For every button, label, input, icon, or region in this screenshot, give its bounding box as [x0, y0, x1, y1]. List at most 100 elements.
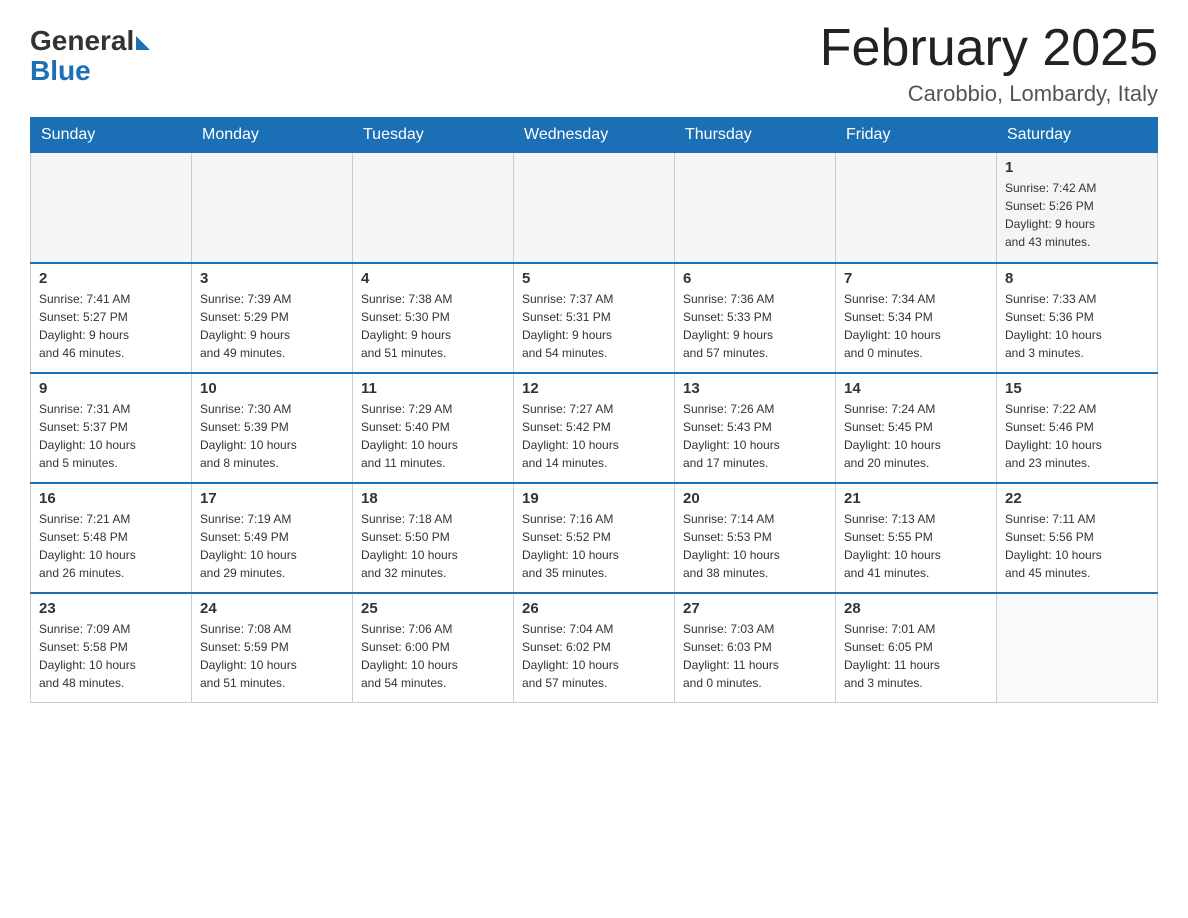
month-title: February 2025	[820, 20, 1158, 77]
day-info: Sunrise: 7:06 AM Sunset: 6:00 PM Dayligh…	[361, 620, 505, 692]
day-info: Sunrise: 7:38 AM Sunset: 5:30 PM Dayligh…	[361, 290, 505, 362]
table-row: 25 Sunrise: 7:06 AM Sunset: 6:00 PM Dayli…	[353, 593, 514, 703]
day-number: 13	[683, 380, 827, 397]
day-info: Sunrise: 7:42 AM Sunset: 5:26 PM Dayligh…	[1005, 179, 1149, 251]
day-number: 24	[200, 600, 344, 617]
day-number: 16	[39, 490, 183, 507]
day-number: 22	[1005, 490, 1149, 507]
day-info: Sunrise: 7:41 AM Sunset: 5:27 PM Dayligh…	[39, 290, 183, 362]
day-number: 28	[844, 600, 988, 617]
calendar-header-row: Sunday Monday Tuesday Wednesday Thursday…	[31, 118, 1158, 153]
table-row: 14 Sunrise: 7:24 AM Sunset: 5:45 PM Dayli…	[836, 373, 997, 483]
day-number: 25	[361, 600, 505, 617]
table-row	[997, 593, 1158, 703]
day-info: Sunrise: 7:24 AM Sunset: 5:45 PM Dayligh…	[844, 400, 988, 472]
day-number: 27	[683, 600, 827, 617]
table-row	[192, 153, 353, 263]
table-row: 2 Sunrise: 7:41 AM Sunset: 5:27 PM Daylig…	[31, 263, 192, 373]
day-info: Sunrise: 7:29 AM Sunset: 5:40 PM Dayligh…	[361, 400, 505, 472]
header-saturday: Saturday	[997, 118, 1158, 153]
day-number: 5	[522, 270, 666, 287]
day-info: Sunrise: 7:14 AM Sunset: 5:53 PM Dayligh…	[683, 510, 827, 582]
table-row	[675, 153, 836, 263]
header-monday: Monday	[192, 118, 353, 153]
day-number: 21	[844, 490, 988, 507]
day-info: Sunrise: 7:16 AM Sunset: 5:52 PM Dayligh…	[522, 510, 666, 582]
table-row: 16 Sunrise: 7:21 AM Sunset: 5:48 PM Dayli…	[31, 483, 192, 593]
table-row: 13 Sunrise: 7:26 AM Sunset: 5:43 PM Dayli…	[675, 373, 836, 483]
day-number: 2	[39, 270, 183, 287]
calendar-week-row: 9 Sunrise: 7:31 AM Sunset: 5:37 PM Daylig…	[31, 373, 1158, 483]
header-friday: Friday	[836, 118, 997, 153]
day-number: 12	[522, 380, 666, 397]
header-sunday: Sunday	[31, 118, 192, 153]
day-number: 20	[683, 490, 827, 507]
table-row	[31, 153, 192, 263]
day-info: Sunrise: 7:27 AM Sunset: 5:42 PM Dayligh…	[522, 400, 666, 472]
table-row: 5 Sunrise: 7:37 AM Sunset: 5:31 PM Daylig…	[514, 263, 675, 373]
day-info: Sunrise: 7:13 AM Sunset: 5:55 PM Dayligh…	[844, 510, 988, 582]
day-number: 9	[39, 380, 183, 397]
table-row: 27 Sunrise: 7:03 AM Sunset: 6:03 PM Dayli…	[675, 593, 836, 703]
table-row: 10 Sunrise: 7:30 AM Sunset: 5:39 PM Dayli…	[192, 373, 353, 483]
header-thursday: Thursday	[675, 118, 836, 153]
day-number: 15	[1005, 380, 1149, 397]
day-info: Sunrise: 7:21 AM Sunset: 5:48 PM Dayligh…	[39, 510, 183, 582]
day-info: Sunrise: 7:33 AM Sunset: 5:36 PM Dayligh…	[1005, 290, 1149, 362]
day-info: Sunrise: 7:31 AM Sunset: 5:37 PM Dayligh…	[39, 400, 183, 472]
day-number: 8	[1005, 270, 1149, 287]
day-number: 14	[844, 380, 988, 397]
header-tuesday: Tuesday	[353, 118, 514, 153]
day-number: 6	[683, 270, 827, 287]
page-header: General Blue February 2025 Carobbio, Lom…	[30, 20, 1158, 107]
calendar-week-row: 23 Sunrise: 7:09 AM Sunset: 5:58 PM Dayli…	[31, 593, 1158, 703]
logo-blue-text: Blue	[30, 55, 150, 87]
day-number: 26	[522, 600, 666, 617]
logo-general-text: General	[30, 25, 134, 57]
day-info: Sunrise: 7:01 AM Sunset: 6:05 PM Dayligh…	[844, 620, 988, 692]
table-row: 9 Sunrise: 7:31 AM Sunset: 5:37 PM Daylig…	[31, 373, 192, 483]
table-row: 21 Sunrise: 7:13 AM Sunset: 5:55 PM Dayli…	[836, 483, 997, 593]
calendar-week-row: 1 Sunrise: 7:42 AM Sunset: 5:26 PM Daylig…	[31, 153, 1158, 263]
table-row: 28 Sunrise: 7:01 AM Sunset: 6:05 PM Dayli…	[836, 593, 997, 703]
day-info: Sunrise: 7:36 AM Sunset: 5:33 PM Dayligh…	[683, 290, 827, 362]
table-row: 12 Sunrise: 7:27 AM Sunset: 5:42 PM Dayli…	[514, 373, 675, 483]
day-number: 23	[39, 600, 183, 617]
day-info: Sunrise: 7:37 AM Sunset: 5:31 PM Dayligh…	[522, 290, 666, 362]
day-number: 4	[361, 270, 505, 287]
table-row	[836, 153, 997, 263]
day-info: Sunrise: 7:11 AM Sunset: 5:56 PM Dayligh…	[1005, 510, 1149, 582]
day-number: 19	[522, 490, 666, 507]
day-number: 1	[1005, 159, 1149, 176]
table-row: 19 Sunrise: 7:16 AM Sunset: 5:52 PM Dayli…	[514, 483, 675, 593]
day-info: Sunrise: 7:26 AM Sunset: 5:43 PM Dayligh…	[683, 400, 827, 472]
table-row: 3Sunrise: 7:39 AM Sunset: 5:29 PM Daylig…	[192, 263, 353, 373]
table-row: 15Sunrise: 7:22 AM Sunset: 5:46 PM Dayli…	[997, 373, 1158, 483]
day-info: Sunrise: 7:09 AM Sunset: 5:58 PM Dayligh…	[39, 620, 183, 692]
day-info: Sunrise: 7:03 AM Sunset: 6:03 PM Dayligh…	[683, 620, 827, 692]
day-info: Sunrise: 7:18 AM Sunset: 5:50 PM Dayligh…	[361, 510, 505, 582]
table-row: 18 Sunrise: 7:18 AM Sunset: 5:50 PM Dayli…	[353, 483, 514, 593]
table-row: 20 Sunrise: 7:14 AM Sunset: 5:53 PM Dayli…	[675, 483, 836, 593]
day-number: 18	[361, 490, 505, 507]
day-info: Sunrise: 7:30 AM Sunset: 5:39 PM Dayligh…	[200, 400, 344, 472]
day-number: 10	[200, 380, 344, 397]
table-row: 1 Sunrise: 7:42 AM Sunset: 5:26 PM Daylig…	[997, 153, 1158, 263]
day-info: Sunrise: 7:04 AM Sunset: 6:02 PM Dayligh…	[522, 620, 666, 692]
title-block: February 2025 Carobbio, Lombardy, Italy	[820, 20, 1158, 107]
day-info: Sunrise: 7:08 AM Sunset: 5:59 PM Dayligh…	[200, 620, 344, 692]
table-row: 22 Sunrise: 7:11 AM Sunset: 5:56 PM Dayli…	[997, 483, 1158, 593]
day-number: 3	[200, 270, 344, 287]
table-row: 6 Sunrise: 7:36 AM Sunset: 5:33 PM Daylig…	[675, 263, 836, 373]
day-info: Sunrise: 7:19 AM Sunset: 5:49 PM Dayligh…	[200, 510, 344, 582]
table-row	[353, 153, 514, 263]
logo: General Blue	[30, 25, 150, 87]
logo-arrow-icon	[136, 36, 150, 50]
table-row: 4 Sunrise: 7:38 AM Sunset: 5:30 PM Daylig…	[353, 263, 514, 373]
calendar-week-row: 16 Sunrise: 7:21 AM Sunset: 5:48 PM Dayli…	[31, 483, 1158, 593]
calendar-table: Sunday Monday Tuesday Wednesday Thursday…	[30, 117, 1158, 703]
table-row: 8 Sunrise: 7:33 AM Sunset: 5:36 PM Daylig…	[997, 263, 1158, 373]
day-number: 11	[361, 380, 505, 397]
day-info: Sunrise: 7:34 AM Sunset: 5:34 PM Dayligh…	[844, 290, 988, 362]
table-row: 7Sunrise: 7:34 AM Sunset: 5:34 PM Daylig…	[836, 263, 997, 373]
